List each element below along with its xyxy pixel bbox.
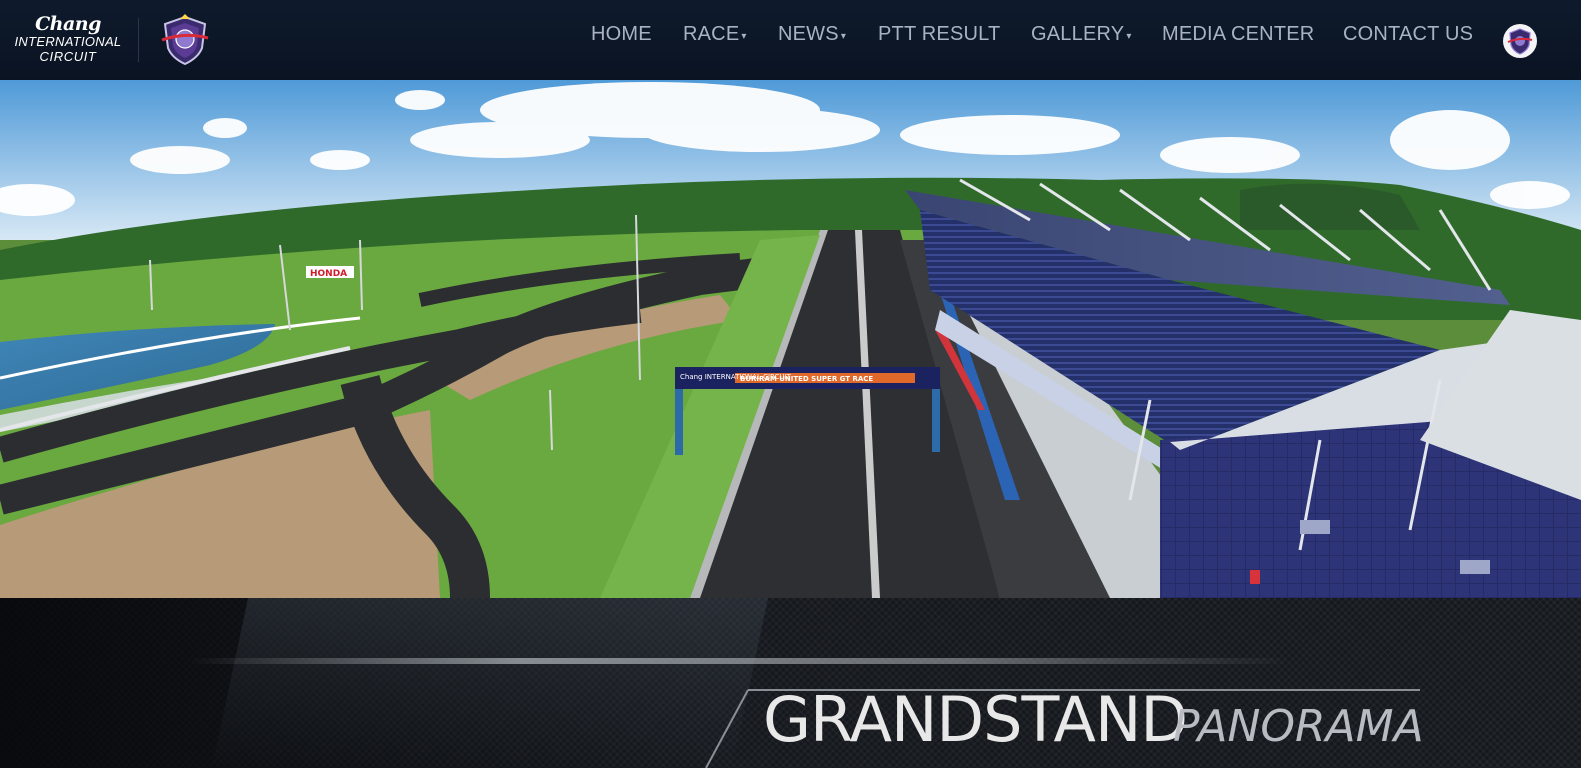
hero-circuit-panorama-image: Chang INTERNATIONAL CIRCUIT BURIRAM UNIT… — [0, 80, 1581, 598]
caret-down-icon: ▾ — [1126, 31, 1132, 42]
caption-title: GRANDSTAND — [763, 683, 1188, 756]
brand-subtitle-line1: INTERNATIONAL — [14, 34, 122, 49]
gantry-banner-text: BURIRAM UNITED SUPER GT RACE — [740, 375, 873, 383]
chang-circuit-logo[interactable]: Chang INTERNATIONAL CIRCUIT — [10, 14, 126, 68]
club-crest-avatar-icon[interactable] — [1503, 24, 1537, 58]
circuit-aerial-illustration: Chang INTERNATIONAL CIRCUIT BURIRAM UNIT… — [0, 80, 1581, 598]
honda-sponsor-sign: HONDA — [310, 269, 347, 279]
nav-gallery[interactable]: GALLERY ▾ — [1031, 23, 1132, 49]
nav-gallery-label: GALLERY — [1031, 23, 1125, 45]
nav-news-label: NEWS — [778, 23, 839, 45]
caption-subtitle: PANORAMA — [1173, 701, 1424, 752]
carbon-reflection — [211, 598, 769, 768]
nav-home[interactable]: HOME — [591, 23, 652, 49]
brand-name: Chang — [35, 13, 101, 35]
caret-down-icon: ▾ — [741, 31, 747, 42]
nav-news[interactable]: NEWS ▾ — [778, 23, 846, 49]
nav-ptt-result[interactable]: PTT RESULT — [878, 23, 1000, 49]
nav-home-label: HOME — [591, 23, 652, 45]
brand-divider — [138, 18, 139, 62]
top-navbar: Chang INTERNATIONAL CIRCUIT HOME RACE ▾ N… — [0, 0, 1581, 80]
nav-media-center[interactable]: MEDIA CENTER — [1162, 23, 1314, 49]
brand-subtitle-line2: CIRCUIT — [39, 49, 97, 64]
nav-media-center-label: MEDIA CENTER — [1162, 23, 1315, 45]
light-streak-decoration — [190, 658, 1290, 664]
nav-race-label: RACE — [683, 23, 740, 45]
nav-ptt-result-label: PTT RESULT — [878, 23, 1001, 45]
nav-race[interactable]: RACE ▾ — [683, 23, 747, 49]
club-crest-logo[interactable] — [160, 14, 210, 66]
nav-contact-us-label: CONTACT US — [1343, 23, 1474, 45]
caret-down-icon: ▾ — [840, 31, 847, 42]
nav-contact-us[interactable]: CONTACT US — [1343, 23, 1473, 49]
